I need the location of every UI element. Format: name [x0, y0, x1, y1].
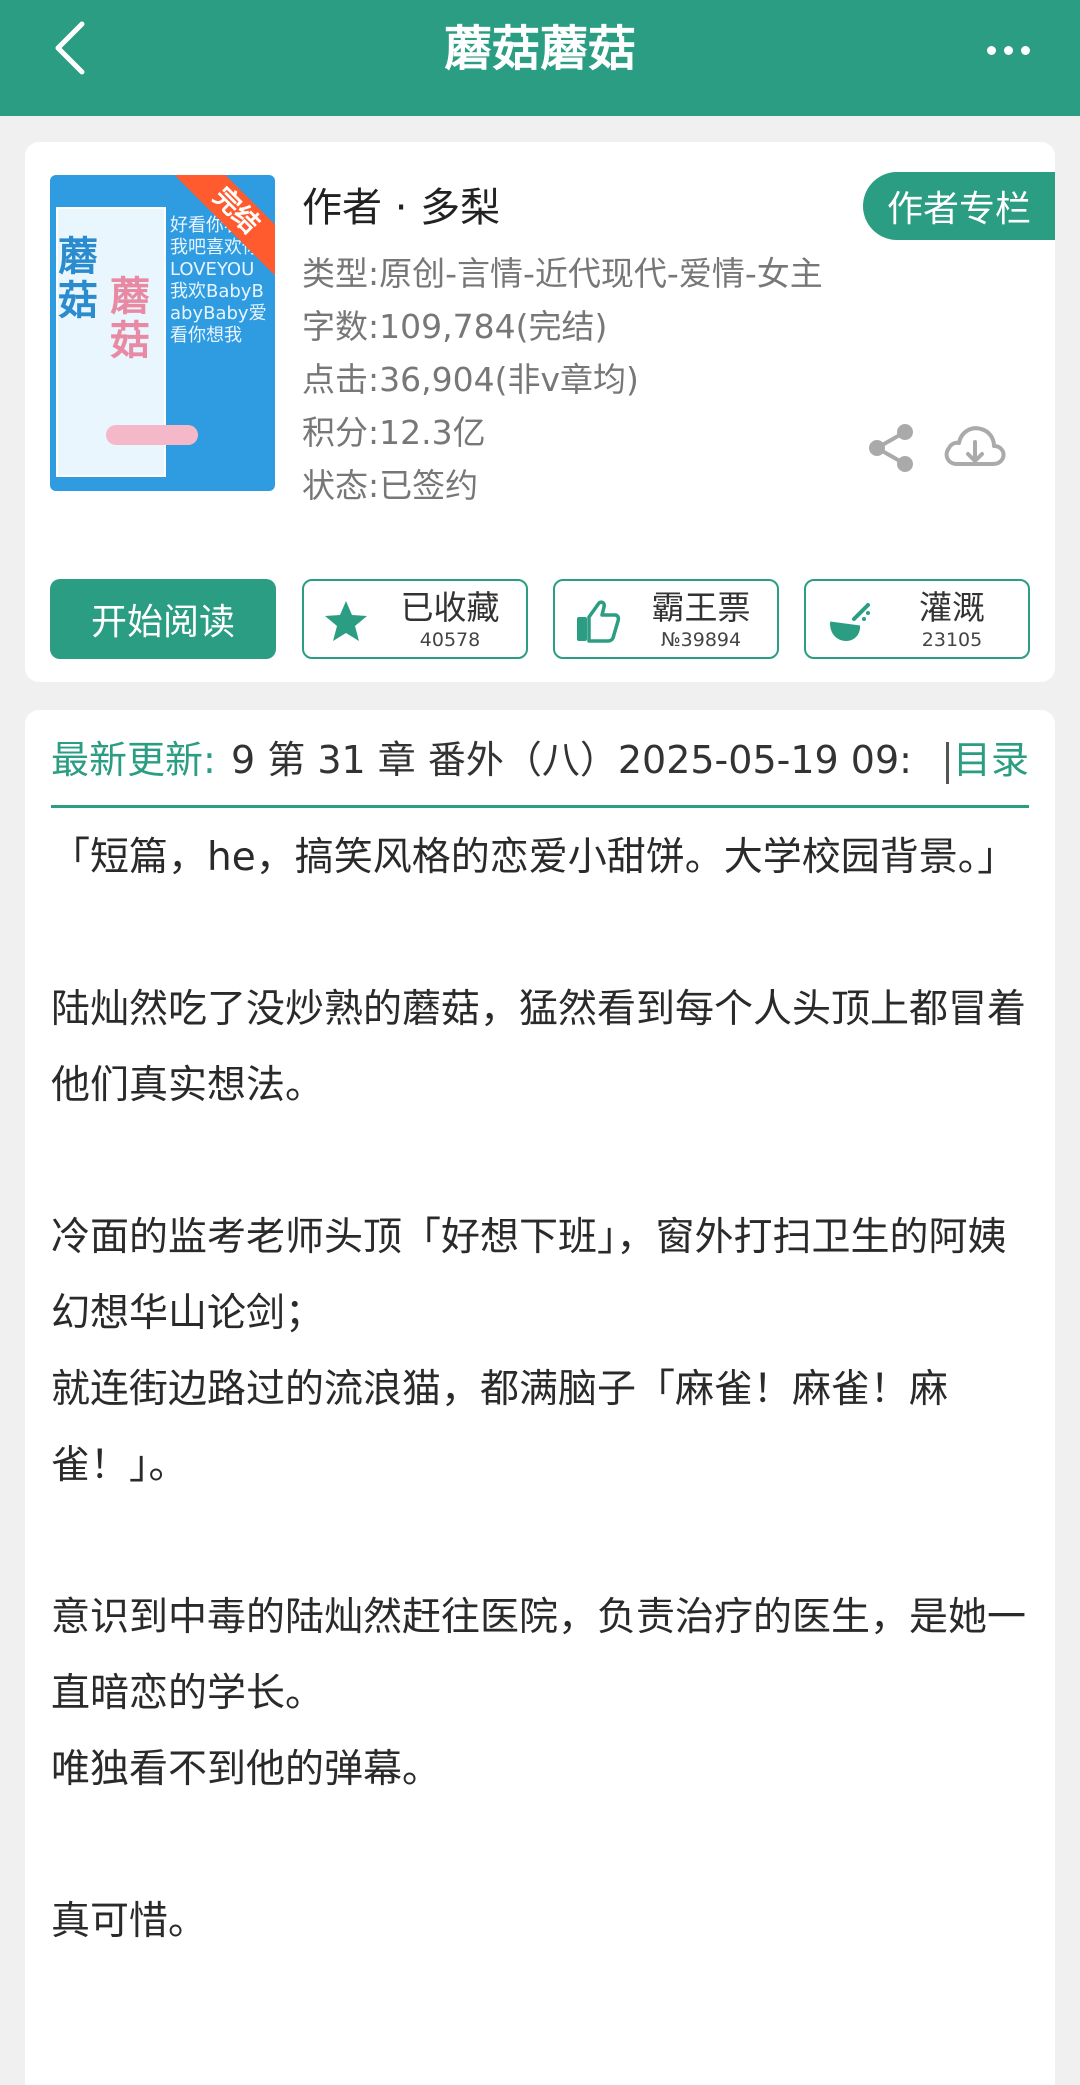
top-nav-bar: 蘑菇蘑菇	[0, 0, 1080, 116]
latest-update-label: 最新更新:	[51, 738, 216, 782]
star-icon	[325, 601, 367, 641]
cover-title-right: 蘑菇	[110, 274, 150, 364]
more-dots-icon	[986, 45, 996, 55]
book-synopsis: 「短篇，he，搞笑风格的恋爱小甜饼。大学校园背景。」 陆灿然吃了没炒熟的蘑菇，猛…	[51, 835, 1027, 1944]
sign-status: 状态:已签约	[302, 466, 479, 505]
author-name[interactable]: 作者 · 多梨	[302, 182, 500, 234]
page-title: 蘑菇蘑菇	[443, 21, 636, 77]
cover-title-left: 蘑菇	[58, 234, 98, 324]
author-column-button[interactable]: 作者专栏	[863, 172, 1055, 240]
water-label: 灌溉	[919, 588, 985, 627]
click-count: 点击:36,904(非v章均)	[302, 360, 639, 399]
watering-icon	[829, 603, 870, 641]
favorite-count: 40578	[419, 629, 481, 651]
vote-button[interactable]: 霸王票 №39894	[553, 579, 779, 659]
more-options-button[interactable]	[976, 20, 1040, 80]
latest-update-row[interactable]: 最新更新: 9 第 31 章 番外（八）2025-05-19 09: 目录	[51, 730, 1029, 790]
vote-label: 霸王票	[651, 588, 751, 627]
book-type: 类型:原创-言情-近代现代-爱情-女主	[302, 254, 823, 293]
update-underline	[51, 805, 1029, 808]
water-count: 23105	[921, 629, 983, 651]
divider	[946, 742, 949, 784]
points: 积分:12.3亿	[302, 413, 486, 452]
vote-count: №39894	[660, 629, 742, 651]
table-of-contents-link[interactable]: 目录	[953, 730, 1029, 790]
word-count: 字数:109,784(完结)	[302, 307, 608, 346]
thumbs-up-icon	[577, 600, 621, 643]
start-reading-button[interactable]: 开始阅读	[50, 579, 276, 659]
water-button[interactable]: 灌溉 23105	[804, 579, 1030, 659]
book-info-card: 好看你看向我吧喜欢你LOVEYOU我欢BabyBabyBaby爱看你想我 蘑菇 …	[25, 142, 1055, 682]
latest-update-text[interactable]: 9 第 31 章 番外（八）2025-05-19 09:	[231, 730, 931, 790]
favorite-button[interactable]: 已收藏 40578	[302, 579, 528, 659]
book-cover[interactable]: 好看你看向我吧喜欢你LOVEYOU我欢BabyBabyBaby爱看你想我 蘑菇 …	[50, 175, 275, 491]
favorite-label: 已收藏	[400, 588, 500, 627]
synopsis-card: 最新更新: 9 第 31 章 番外（八）2025-05-19 09: 目录 「短…	[25, 710, 1055, 2085]
share-icon[interactable]	[863, 420, 919, 476]
cloud-download-icon[interactable]	[941, 418, 1007, 476]
